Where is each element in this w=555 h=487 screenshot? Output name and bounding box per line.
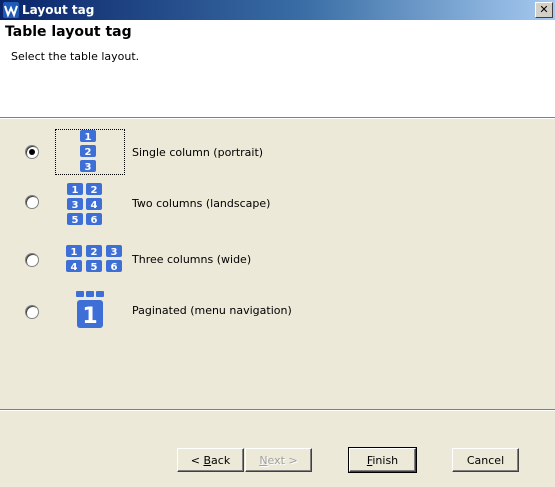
- svg-text:1: 1: [72, 185, 79, 196]
- back-button[interactable]: < Back: [177, 448, 244, 472]
- radio-selected-dot: [29, 149, 35, 155]
- svg-text:3: 3: [111, 247, 118, 258]
- radio-two-columns[interactable]: [25, 195, 39, 209]
- close-button[interactable]: ✕: [535, 2, 553, 18]
- page-description: Select the table layout.: [11, 50, 140, 63]
- three-column-layout-icon: 1 2 3 4 5 6: [66, 245, 122, 273]
- cancel-button[interactable]: Cancel: [452, 448, 519, 472]
- svg-text:3: 3: [85, 162, 92, 173]
- svg-text:2: 2: [91, 247, 98, 258]
- svg-text:3: 3: [72, 200, 79, 211]
- single-column-layout-icon: 1 2 3: [80, 130, 96, 173]
- svg-text:2: 2: [91, 185, 98, 196]
- next-button-mnemonic: N: [259, 454, 268, 467]
- svg-text:5: 5: [91, 262, 98, 273]
- close-icon: ✕: [539, 3, 549, 16]
- svg-text:1: 1: [71, 247, 78, 258]
- svg-text:1: 1: [82, 304, 97, 329]
- svg-text:6: 6: [111, 262, 118, 273]
- radio-three-columns[interactable]: [25, 253, 39, 267]
- finish-button[interactable]: Finish: [348, 447, 417, 473]
- paginated-layout-icon: 1: [76, 291, 104, 329]
- svg-text:2: 2: [85, 147, 92, 158]
- app-logo-icon: [3, 2, 19, 18]
- radio-single-column[interactable]: [25, 145, 39, 159]
- option-label-three-columns[interactable]: Three columns (wide): [132, 253, 251, 266]
- next-button[interactable]: Next >: [245, 448, 312, 472]
- radio-paginated[interactable]: [25, 305, 39, 319]
- svg-text:1: 1: [85, 132, 92, 143]
- two-column-layout-icon: 1 2 3 4 5 6: [67, 183, 102, 226]
- option-label-two-columns[interactable]: Two columns (landscape): [132, 197, 270, 210]
- option-label-paginated[interactable]: Paginated (menu navigation): [132, 304, 292, 317]
- svg-text:4: 4: [91, 200, 98, 211]
- next-button-label: ext >: [267, 454, 298, 467]
- option-label-single-column[interactable]: Single column (portrait): [132, 146, 263, 159]
- back-button-prefix: <: [190, 454, 204, 467]
- back-button-label: ack: [211, 454, 231, 467]
- back-button-mnemonic: B: [203, 454, 212, 467]
- window-title: Layout tag: [22, 3, 95, 17]
- page-title: Table layout tag: [5, 24, 132, 40]
- svg-text:4: 4: [71, 262, 78, 273]
- svg-text:5: 5: [72, 215, 79, 226]
- svg-text:6: 6: [91, 215, 98, 226]
- finish-button-label: inish: [372, 454, 399, 467]
